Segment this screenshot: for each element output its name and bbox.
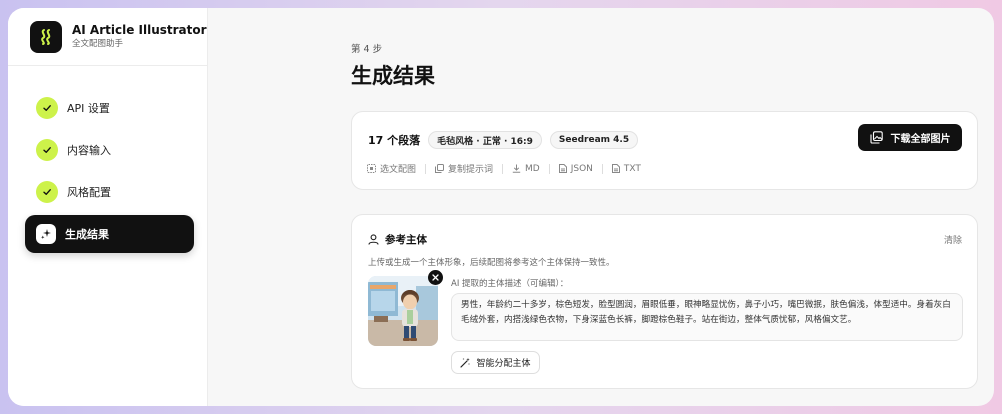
grid-select-icon [367, 164, 376, 173]
export-actions: 选文配图 复制提示词 MD JSON TXT [367, 162, 641, 175]
images-icon [869, 131, 883, 144]
subject-description-input[interactable]: 男性，年龄约二十多岁，棕色短发，脸型圆润，眉眼低垂，眼神略显忧伤，鼻子小巧，嘴巴… [451, 293, 963, 341]
page-title: 生成结果 [351, 64, 435, 88]
nav-item-style-config[interactable]: 风格配置 [25, 173, 194, 211]
close-icon [432, 274, 439, 281]
check-icon [36, 97, 58, 119]
download-all-button[interactable]: 下载全部图片 [858, 124, 962, 151]
sparkle-icon [36, 224, 56, 244]
ai-description-label: AI 提取的主体描述（可编辑）： [451, 279, 569, 289]
nav-item-label: 生成结果 [65, 228, 109, 241]
nav-item-results[interactable]: 生成结果 [25, 215, 194, 253]
clear-button[interactable]: 清除 [944, 233, 962, 246]
smart-assign-label: 智能分配主体 [476, 359, 531, 369]
summary-card: 17 个段落 毛毡风格 · 正常 · 16:9 Seedream 4.5 下载全… [351, 111, 978, 190]
file-icon [611, 164, 620, 173]
nav-item-label: 内容输入 [67, 144, 111, 157]
nav-item-label: 风格配置 [67, 186, 111, 199]
segment-count: 17 个段落 [368, 134, 421, 147]
copy-icon [435, 164, 445, 173]
copy-prompt-button[interactable]: 复制提示词 [435, 162, 493, 175]
app-logo-icon [30, 20, 62, 53]
nav-item-label: API 设置 [67, 102, 110, 115]
user-icon [368, 234, 379, 245]
model-chip: Seedream 4.5 [549, 131, 639, 149]
export-md-button[interactable]: MD [512, 164, 540, 174]
step-nav: API 设置 内容输入 风格配置 生成结果 [8, 66, 207, 253]
app-window: AI Article Illustrator 全文配图助手 API 设置 内容输… [8, 8, 994, 406]
main-content: 第 4 步 生成结果 17 个段落 毛毡风格 · 正常 · 16:9 Seedr… [208, 8, 994, 406]
select-illustrate-button[interactable]: 选文配图 [367, 162, 416, 175]
nav-item-api-settings[interactable]: API 设置 [25, 89, 194, 127]
smart-assign-button[interactable]: 智能分配主体 [451, 351, 540, 374]
sidebar: AI Article Illustrator 全文配图助手 API 设置 内容输… [8, 8, 208, 406]
download-all-label: 下载全部图片 [890, 134, 951, 145]
step-indicator: 第 4 步 [351, 44, 383, 55]
reference-subject-card: 参考主体 清除 上传或生成一个主体形象，后续配图将参考这个主体保持一致性。 AI… [351, 214, 978, 389]
download-icon [512, 164, 521, 173]
magic-wand-icon [460, 357, 471, 368]
brand-header: AI Article Illustrator 全文配图助手 [8, 8, 207, 66]
style-chip: 毛毡风格 · 正常 · 16:9 [428, 131, 542, 149]
brand-subtitle: 全文配图助手 [72, 39, 124, 49]
brand-title: AI Article Illustrator [72, 23, 207, 37]
reference-description: 上传或生成一个主体形象，后续配图将参考这个主体保持一致性。 [368, 258, 615, 268]
check-icon [36, 181, 58, 203]
export-txt-button[interactable]: TXT [611, 164, 641, 174]
reference-title: 参考主体 [385, 234, 427, 246]
file-icon [558, 164, 567, 173]
remove-thumbnail-button[interactable] [428, 270, 443, 285]
check-icon [36, 139, 58, 161]
nav-item-content-input[interactable]: 内容输入 [25, 131, 194, 169]
subject-thumbnail[interactable] [368, 276, 438, 346]
export-json-button[interactable]: JSON [558, 164, 593, 174]
